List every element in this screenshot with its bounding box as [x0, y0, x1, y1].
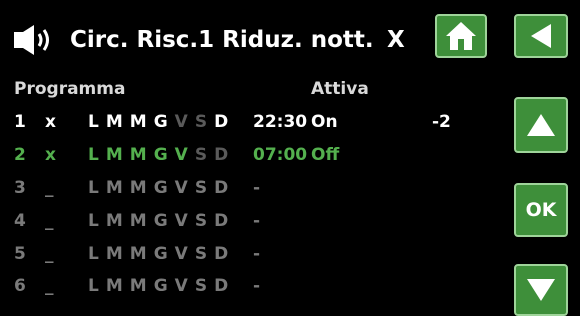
day-letter: L [88, 112, 100, 132]
header: Circ. Risc.1 Riduz. nott. X [0, 0, 430, 80]
row-number: 2 [14, 145, 26, 165]
day-letter: G [153, 211, 169, 231]
program-row[interactable]: 6 _ L M M G V S D - [0, 276, 470, 306]
row-time: - [253, 244, 261, 264]
row-days: LMMGVSD [88, 276, 235, 296]
day-letter: M [105, 178, 124, 198]
back-arrow-icon [531, 24, 551, 48]
day-letter: L [88, 178, 100, 198]
row-days: LMMGVSD [88, 178, 235, 198]
column-header-program: Programma [14, 79, 126, 99]
row-state: On [311, 112, 338, 132]
row-number: 1 [14, 112, 26, 132]
program-row[interactable]: 3 _ L M M G V S D - [0, 178, 470, 208]
day-letter: V [174, 276, 189, 296]
row-time: - [253, 211, 261, 231]
row-active-flag: _ [45, 276, 54, 296]
day-letter: M [105, 145, 124, 165]
row-number: 6 [14, 276, 26, 296]
day-letter: V [174, 112, 189, 132]
day-letter: M [129, 145, 148, 165]
day-letter: M [129, 211, 148, 231]
scroll-down-button[interactable] [514, 264, 568, 316]
day-letter: M [105, 276, 124, 296]
row-time: - [253, 276, 261, 296]
day-letter: V [174, 244, 189, 264]
row-active-flag: x [45, 145, 56, 165]
day-letter: M [129, 276, 148, 296]
day-letter: S [194, 276, 209, 296]
day-letter: G [153, 178, 169, 198]
day-letter: S [194, 211, 209, 231]
down-arrow-icon [527, 279, 555, 301]
column-header-active: Attiva [311, 79, 369, 99]
row-time: 22:30 [253, 112, 308, 132]
day-letter: D [214, 112, 230, 132]
day-letter: M [105, 112, 124, 132]
close-button[interactable]: X [387, 27, 405, 53]
speaker-icon [14, 25, 49, 55]
row-days: LMMGVSD [88, 112, 235, 132]
day-letter: S [194, 244, 209, 264]
day-letter: L [88, 211, 100, 231]
row-value: -2 [432, 112, 451, 132]
row-number: 5 [14, 244, 26, 264]
program-row[interactable]: 2 x L M M G V S D 07:00 Off [0, 145, 470, 175]
day-letter: D [214, 178, 230, 198]
row-days: LMMGVSD [88, 244, 235, 264]
day-letter: M [129, 244, 148, 264]
day-letter: S [194, 145, 209, 165]
page-title: Circ. Risc.1 Riduz. nott. [70, 27, 374, 53]
day-letter: D [214, 244, 230, 264]
ok-button[interactable]: OK [514, 183, 568, 237]
day-letter: V [174, 211, 189, 231]
row-days: LMMGVSD [88, 211, 235, 231]
day-letter: M [129, 178, 148, 198]
row-active-flag: _ [45, 211, 54, 231]
program-row[interactable]: 5 _ L M M G V S D - [0, 244, 470, 274]
day-letter: M [105, 244, 124, 264]
day-letter: G [153, 112, 169, 132]
day-letter: L [88, 276, 100, 296]
program-row[interactable]: 1 x L M M G V S D 22:30 On -2 [0, 112, 470, 142]
row-active-flag: x [45, 112, 56, 132]
scroll-up-button[interactable] [514, 97, 568, 153]
row-time: - [253, 178, 261, 198]
row-active-flag: _ [45, 244, 54, 264]
day-letter: V [174, 178, 189, 198]
row-state: Off [311, 145, 340, 165]
day-letter: D [214, 145, 230, 165]
row-number: 4 [14, 211, 26, 231]
day-letter: G [153, 145, 169, 165]
row-days: LMMGVSD [88, 145, 235, 165]
day-letter: S [194, 178, 209, 198]
day-letter: L [88, 145, 100, 165]
home-icon [446, 22, 476, 50]
row-time: 07:00 [253, 145, 308, 165]
up-arrow-icon [527, 114, 555, 136]
day-letter: M [105, 211, 124, 231]
program-row[interactable]: 4 _ L M M G V S D - [0, 211, 470, 241]
back-button[interactable] [514, 14, 568, 58]
day-letter: D [214, 211, 230, 231]
day-letter: D [214, 276, 230, 296]
day-letter: S [194, 112, 209, 132]
day-letter: M [129, 112, 148, 132]
day-letter: V [174, 145, 189, 165]
day-letter: L [88, 244, 100, 264]
day-letter: G [153, 244, 169, 264]
row-active-flag: _ [45, 178, 54, 198]
day-letter: G [153, 276, 169, 296]
row-number: 3 [14, 178, 26, 198]
home-button[interactable] [435, 14, 487, 58]
